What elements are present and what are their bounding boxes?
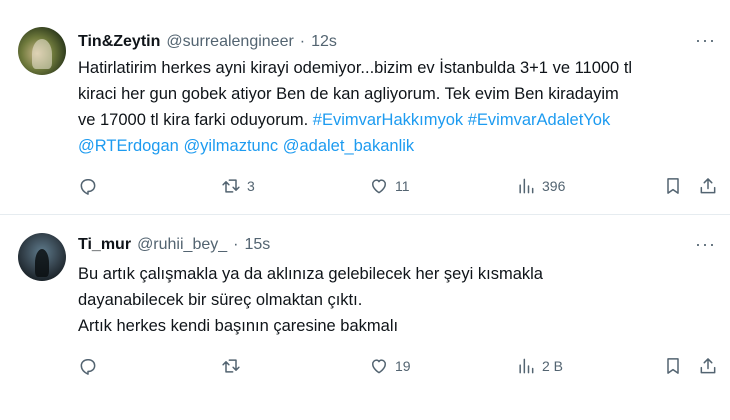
avatar[interactable] [18,27,66,75]
text-segment: Hatirlatirim herkes ayni kirayi odemiyor… [78,59,633,77]
timestamp[interactable]: 15s [244,236,270,254]
separator-dot: · [299,33,306,50]
user-handle[interactable]: @surrealengineer [166,33,293,51]
tweet-text-line: Artık herkes kendi başının çaresine bakm… [78,313,718,339]
share-icon [700,358,716,374]
tweet-header: Ti_mur @ruhii_bey_ · 15s [78,236,270,254]
display-name[interactable]: Tin&Zeytin [78,33,160,51]
tweet-actions: 19 2 B [78,356,718,380]
reply-icon [80,359,96,375]
heart-icon [372,359,386,374]
separator-dot: · [233,236,239,253]
heart-icon [372,179,386,194]
retweet-count: 3 [247,178,255,194]
mention-link[interactable]: @RTErdogan [78,137,179,155]
more-icon[interactable]: ··· [695,234,716,255]
views-button[interactable]: 2 B [516,356,563,376]
user-handle[interactable]: @ruhii_bey_ [137,236,227,254]
views-button[interactable]: 396 [516,176,565,196]
view-count: 396 [542,178,566,194]
tweet-text-line: ve 17000 tl kira farki oduyorum. #Evimva… [78,107,718,133]
avatar[interactable] [18,233,66,281]
bookmark-button[interactable] [663,356,683,376]
reply-button[interactable] [78,176,104,196]
hashtag-link[interactable]: #EvimvarHakkımyok [313,111,463,129]
divider [0,214,730,215]
text-segment: dayanabilecek bir süreç olmaktan çıktı. [78,291,363,309]
retweet-button[interactable] [221,356,247,376]
reply-icon [80,179,96,195]
text-segment: ve 17000 tl kira farki oduyorum. [78,111,313,129]
share-button[interactable] [698,176,718,196]
tweet-text-line: Bu artık çalışmakla ya da aklınıza geleb… [78,261,718,287]
share-button[interactable] [698,356,718,376]
share-icon [700,178,716,194]
more-icon[interactable]: ··· [695,30,716,51]
views-icon [519,358,534,374]
tweet[interactable]: Ti_mur @ruhii_bey_ · 15s ··· Bu artık ça… [0,216,730,420]
reply-button[interactable] [78,356,104,376]
bookmark-icon [667,178,679,194]
timeline-feed: Tin&Zeytin @surrealengineer · 12s ··· Ha… [0,0,730,420]
tweet-text-line: kiraci her gun gobek atiyor Ben de kan a… [78,81,718,107]
bookmark-icon [667,358,679,374]
tweet-text-line: Hatirlatirim herkes ayni kirayi odemiyor… [78,55,718,81]
timestamp[interactable]: 12s [311,33,337,51]
text-segment: Artık herkes kendi başının çaresine bakm… [78,317,399,335]
like-button[interactable]: 19 [369,356,411,376]
tweet[interactable]: Tin&Zeytin @surrealengineer · 12s ··· Ha… [0,0,730,216]
tweet-text: Hatirlatirim herkes ayni kirayi odemiyor… [78,55,718,159]
retweet-icon [222,359,240,373]
like-count: 19 [395,358,411,374]
text-segment: kiraci her gun gobek atiyor Ben de kan a… [78,85,619,103]
like-count: 11 [395,178,410,194]
tweet-text: Bu artık çalışmakla ya da aklınıza geleb… [78,261,718,339]
like-button[interactable]: 11 [369,176,410,196]
mention-link[interactable]: @yilmaztunc [183,137,278,155]
bookmark-button[interactable] [663,176,683,196]
view-count: 2 B [542,358,564,374]
display-name[interactable]: Ti_mur [78,236,131,254]
retweet-icon [222,179,240,193]
retweet-button[interactable]: 3 [221,176,255,196]
mention-link[interactable]: @adalet_bakanlik [283,137,414,155]
tweet-text-line: @RTErdogan @yilmaztunc @adalet_bakanlik [78,133,718,159]
tweet-text-line: dayanabilecek bir süreç olmaktan çıktı. [78,287,718,313]
views-icon [519,178,534,194]
tweet-actions: 3 11 396 [78,176,718,200]
text-segment: Bu artık çalışmakla ya da aklınıza geleb… [78,265,543,283]
tweet-header: Tin&Zeytin @surrealengineer · 12s [78,33,337,51]
hashtag-link[interactable]: #EvimvarAdaletYok [468,111,610,129]
